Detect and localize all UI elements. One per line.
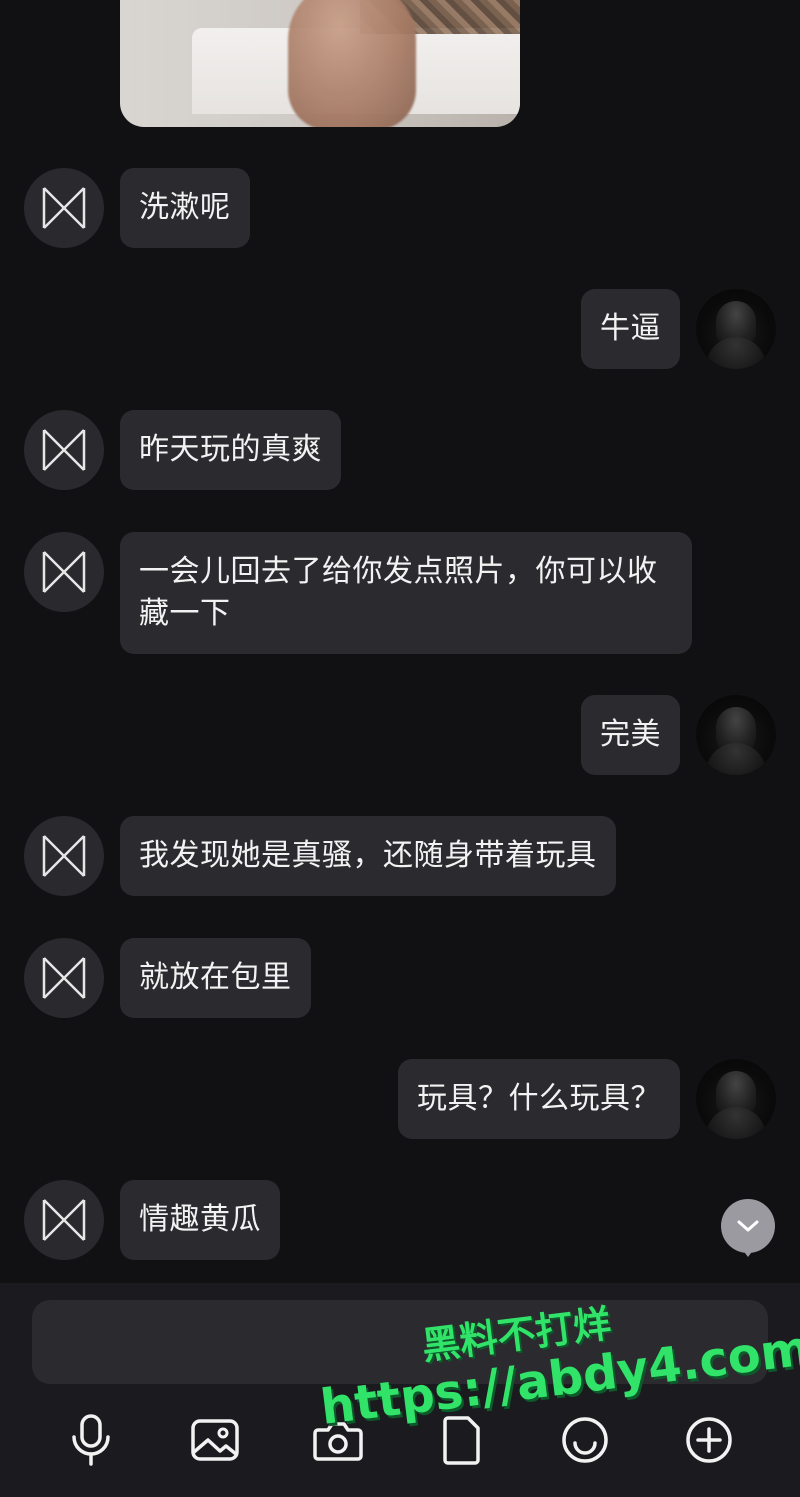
x-logo-icon: [42, 187, 86, 229]
message-bubble[interactable]: 一会儿回去了给你发点照片，你可以收藏一下: [120, 532, 692, 654]
image-icon: [191, 1419, 239, 1461]
contact-avatar[interactable]: [24, 1180, 104, 1260]
message-incoming: 洗漱呢: [24, 168, 250, 248]
photo-figure: [288, 0, 416, 127]
file-icon: [443, 1416, 480, 1465]
voice-button[interactable]: [59, 1408, 123, 1472]
emoji-icon: [562, 1417, 608, 1463]
plus-circle-icon: [686, 1417, 732, 1463]
message-bubble[interactable]: 玩具？什么玩具？: [398, 1059, 680, 1139]
message-outgoing: 牛逼: [581, 289, 776, 369]
user-avatar[interactable]: [696, 695, 776, 775]
user-avatar[interactable]: [696, 289, 776, 369]
message-bubble[interactable]: 洗漱呢: [120, 168, 250, 248]
contact-avatar[interactable]: [24, 816, 104, 896]
composer: [0, 1283, 800, 1497]
x-logo-icon: [42, 835, 86, 877]
photo-message[interactable]: [120, 0, 520, 127]
composer-toolbar: [0, 1400, 800, 1480]
file-button[interactable]: [430, 1408, 494, 1472]
message-incoming: 一会儿回去了给你发点照片，你可以收藏一下: [24, 532, 692, 654]
message-outgoing: 玩具？什么玩具？: [398, 1059, 776, 1139]
user-avatar[interactable]: [696, 1059, 776, 1139]
message-bubble[interactable]: 情趣黄瓜: [120, 1180, 280, 1260]
more-button[interactable]: [677, 1408, 741, 1472]
x-logo-icon: [42, 957, 86, 999]
message-bubble[interactable]: 我发现她是真骚，还随身带着玩具: [120, 816, 616, 896]
message-bubble[interactable]: 牛逼: [581, 289, 680, 369]
chevron-down-icon: [737, 1220, 759, 1232]
contact-avatar[interactable]: [24, 168, 104, 248]
contact-avatar[interactable]: [24, 532, 104, 612]
message-bubble[interactable]: 就放在包里: [120, 938, 311, 1018]
x-logo-icon: [42, 551, 86, 593]
camera-button[interactable]: [306, 1408, 370, 1472]
image-button[interactable]: [183, 1408, 247, 1472]
camera-icon: [313, 1422, 363, 1461]
message-input[interactable]: [32, 1300, 768, 1384]
chat-screen: 洗漱呢 牛逼 昨天玩的真爽 一会儿回去了给你发点照片，你可以收藏一下 完美 我发…: [0, 0, 800, 1497]
message-bubble[interactable]: 昨天玩的真爽: [120, 410, 341, 490]
microphone-icon: [72, 1414, 110, 1466]
scroll-to-bottom-button[interactable]: [721, 1199, 775, 1253]
message-incoming: 昨天玩的真爽: [24, 410, 341, 490]
emoji-button[interactable]: [553, 1408, 617, 1472]
message-outgoing: 完美: [581, 695, 776, 775]
x-logo-icon: [42, 429, 86, 471]
message-incoming: 情趣黄瓜: [24, 1180, 280, 1260]
contact-avatar[interactable]: [24, 410, 104, 490]
message-incoming: 就放在包里: [24, 938, 311, 1018]
message-incoming: 我发现她是真骚，还随身带着玩具: [24, 816, 616, 896]
x-logo-icon: [42, 1199, 86, 1241]
message-bubble[interactable]: 完美: [581, 695, 680, 775]
contact-avatar[interactable]: [24, 938, 104, 1018]
